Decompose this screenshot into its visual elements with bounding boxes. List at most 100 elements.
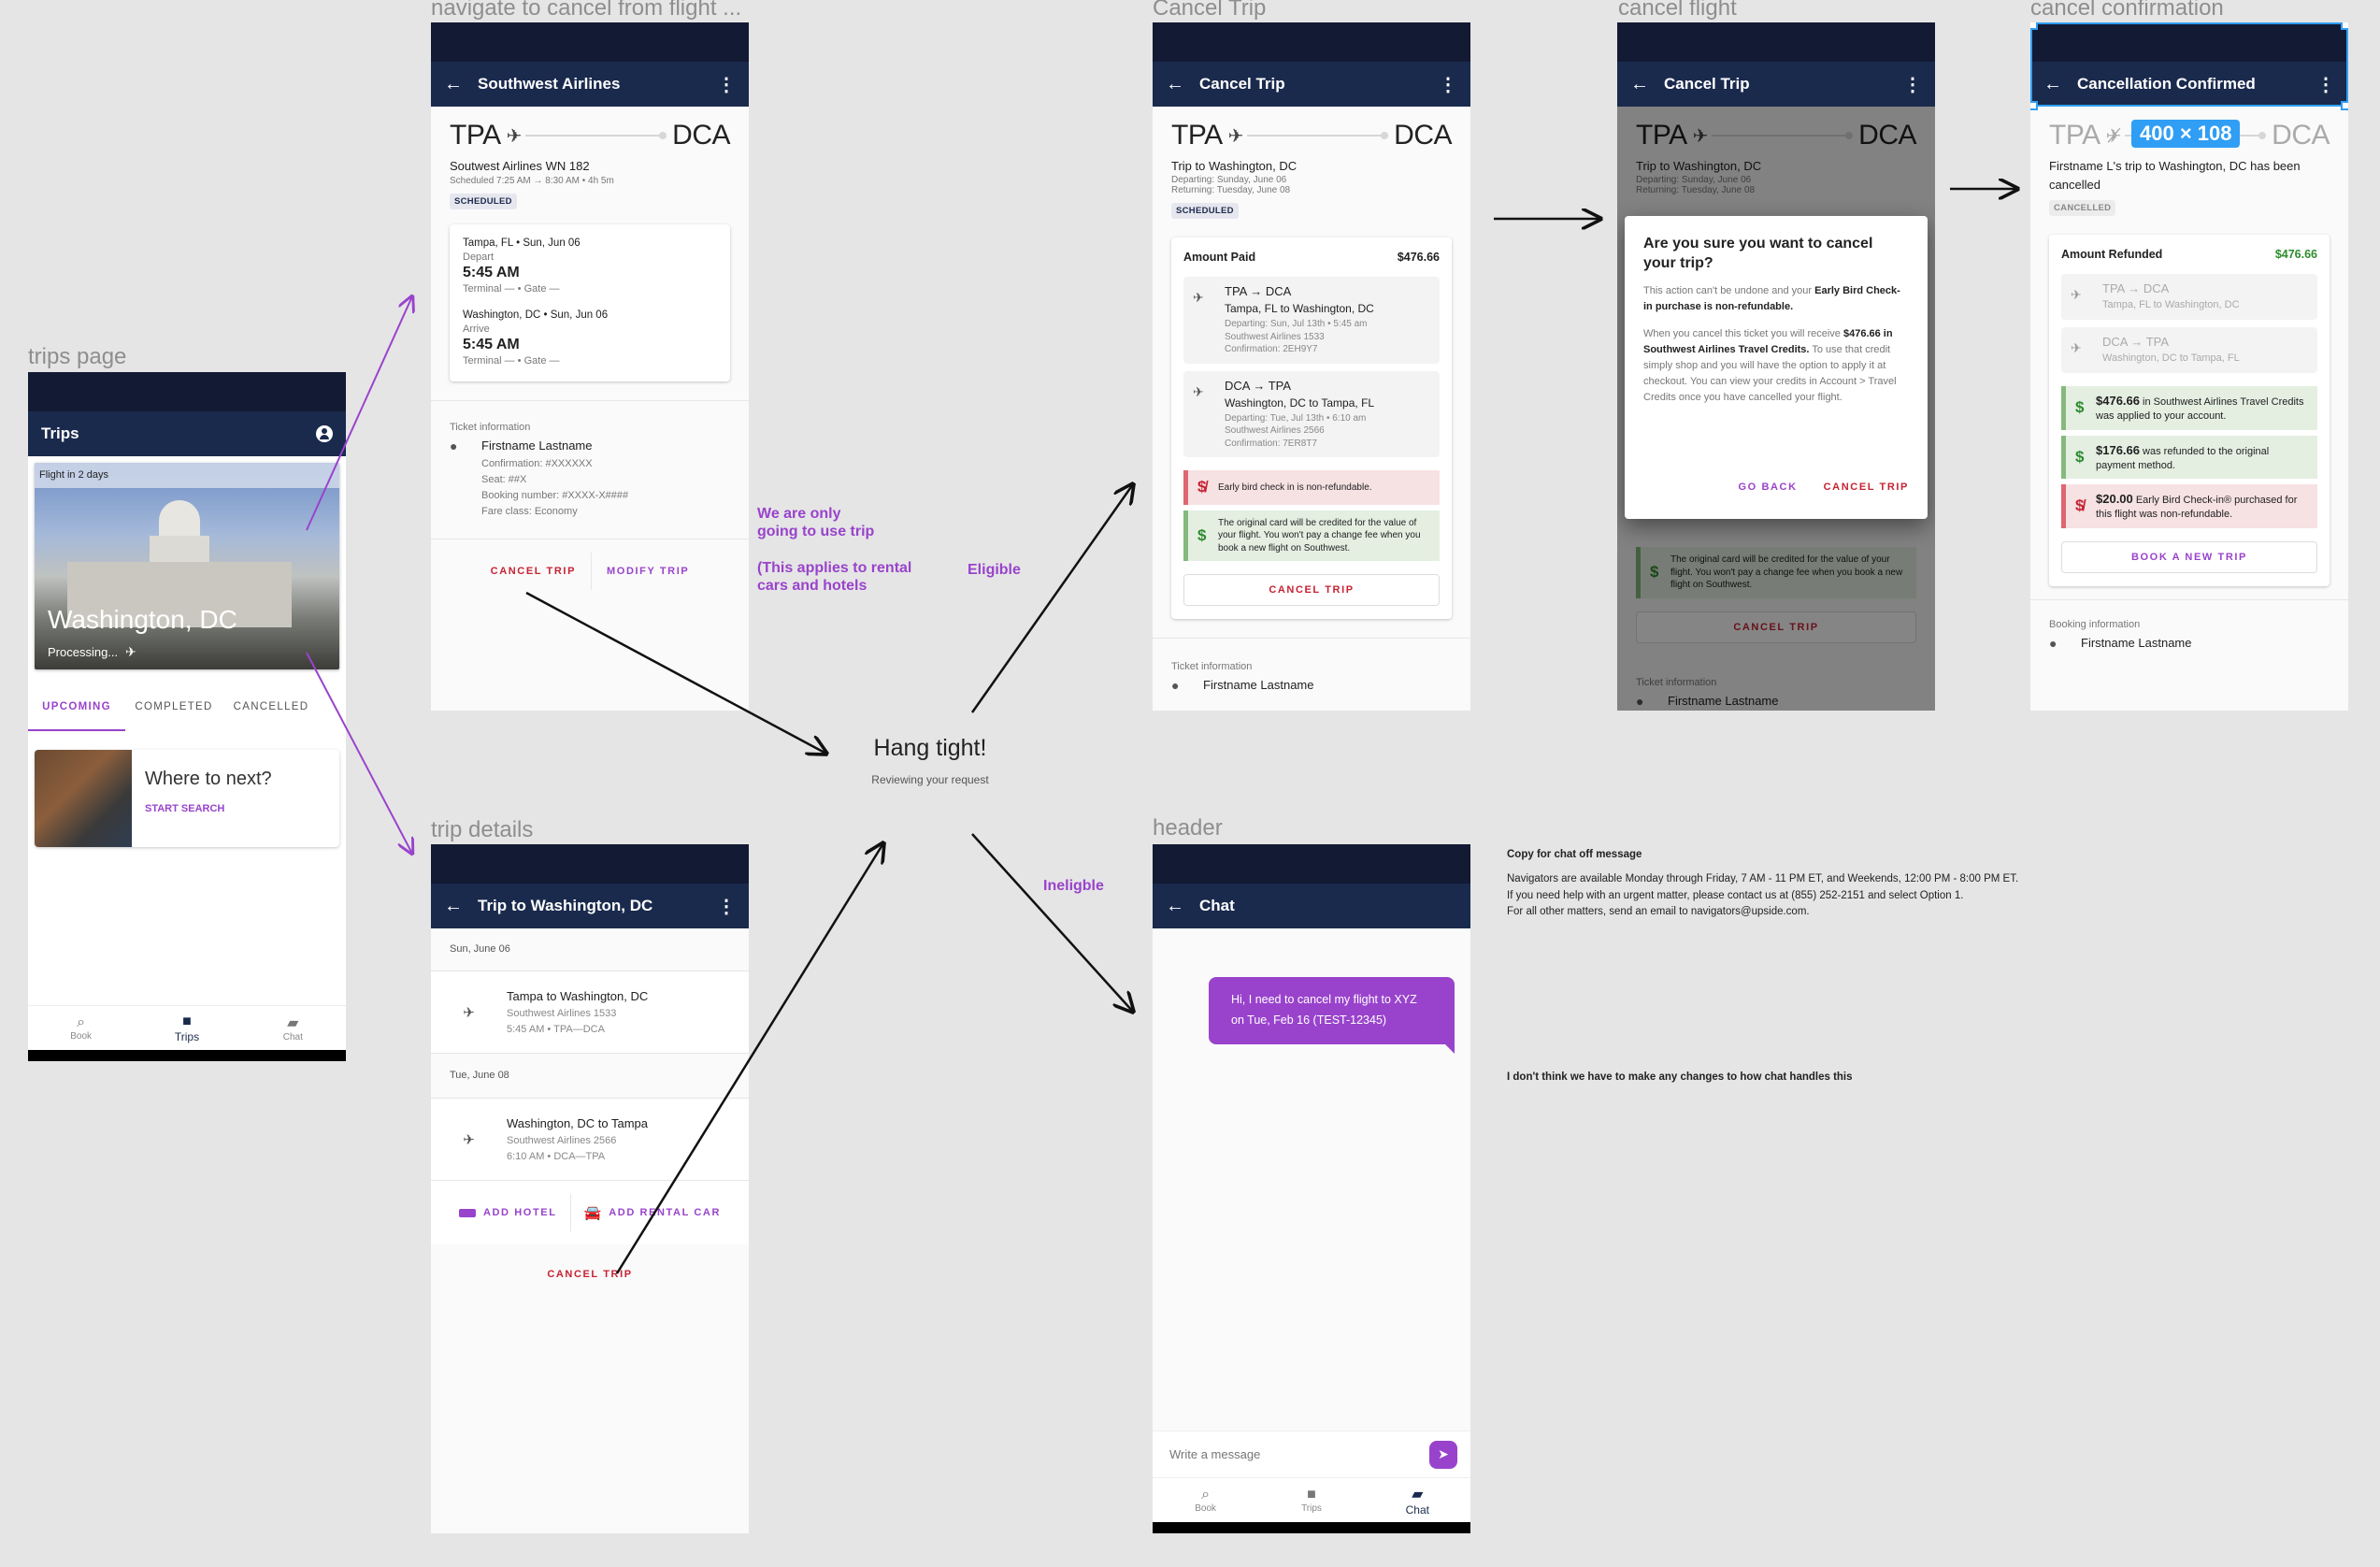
leg-route: DCA → TPA: [2102, 335, 2170, 350]
selection-handle[interactable]: [2030, 22, 2038, 30]
back-arrow-icon[interactable]: ←: [1166, 896, 1199, 917]
returning-date: Returning: Tuesday, June 08: [1171, 185, 1291, 195]
chat-message-bubble: Hi, I need to cancel my flight to XYZ on…: [1209, 977, 1455, 1054]
nav-book[interactable]: ⌕ Book: [1153, 1487, 1258, 1514]
tab-completed[interactable]: COMPLETED: [125, 701, 222, 731]
dialog-text: When you cancel this ticket you will rec…: [1643, 327, 1843, 339]
back-arrow-icon[interactable]: ←: [1630, 74, 1664, 95]
cancellation-message: Firstname L's trip to Washington, DC has…: [2049, 159, 2301, 193]
passenger-name: Firstname Lastname: [2081, 636, 2192, 651]
send-button[interactable]: ➤: [1429, 1440, 1457, 1469]
app-bar: ← Cancel Trip ⋮: [1617, 62, 1935, 107]
info-notice: $ The original card will be credited for…: [1183, 510, 1440, 562]
item-detail: 5:45 AM • TPA—DCA: [507, 1024, 605, 1035]
status-bar: [1617, 22, 1935, 62]
travel-bag-image: [35, 750, 132, 847]
more-vert-icon[interactable]: ⋮: [717, 895, 736, 918]
amount-label: Amount Refunded: [2061, 248, 2163, 262]
page-title: Trip to Washington, DC: [478, 897, 653, 914]
more-vert-icon[interactable]: ⋮: [1903, 73, 1922, 96]
app-bar: ← Cancel Trip ⋮: [1153, 62, 1470, 107]
modify-trip-button[interactable]: MODIFY TRIP: [592, 566, 704, 577]
page-title: Trips: [41, 424, 79, 442]
cancel-trip-button[interactable]: CANCEL TRIP: [476, 566, 591, 577]
depart-label: Depart: [463, 252, 495, 263]
cancel-trip-button[interactable]: CANCEL TRIP: [1183, 574, 1440, 607]
divider: [1153, 638, 1470, 640]
app-bar: ← Southwest Airlines ⋮: [431, 62, 749, 107]
ticket-line: Seat: ##X: [481, 474, 527, 486]
add-hotel-button[interactable]: ADD HOTEL: [446, 1207, 570, 1218]
flight-takeoff-icon: ✈: [463, 1004, 475, 1021]
loading-state: Hang tight! Reviewing your request: [860, 735, 1000, 786]
amount-value: $476.66: [2274, 248, 2317, 262]
copy-heading: Copy for chat off message: [1507, 849, 1642, 860]
nav-trips[interactable]: ■ Trips: [134, 1014, 239, 1043]
bottom-nav: ⌕ Book ■ Trips ▰ Chat: [28, 1005, 346, 1050]
depart-terminal: Terminal — • Gate —: [463, 283, 560, 295]
origin-code: TPA: [1171, 120, 1223, 151]
home-indicator-bar: [28, 1050, 346, 1061]
route-line: [1247, 132, 1388, 139]
origin-code: TPA: [450, 120, 501, 151]
where-next-card[interactable]: Where to next? START SEARCH: [35, 750, 339, 847]
itinerary-item[interactable]: ✈ Washington, DC to Tampa Southwest Airl…: [431, 1099, 749, 1181]
nav-chat[interactable]: ▰ Chat: [240, 1014, 346, 1042]
leg-detail: Southwest Airlines 2566: [1225, 425, 1325, 436]
airplane-icon: ✈: [1227, 125, 1244, 147]
message-input[interactable]: [1169, 1447, 1429, 1461]
back-arrow-icon[interactable]: ←: [1166, 74, 1199, 95]
copy-line: If you need help with an urgent matter, …: [1507, 889, 1964, 901]
route-header: TPA ✈ DCA: [1153, 107, 1470, 151]
nav-label: Trips: [1301, 1503, 1322, 1514]
loading-title: Hang tight!: [873, 735, 987, 761]
more-vert-icon[interactable]: ⋮: [1439, 73, 1457, 96]
chat-screen: ← Chat Hi, I need to cancel my flight to…: [1153, 844, 1470, 1533]
go-back-button[interactable]: GO BACK: [1738, 482, 1797, 493]
account-icon[interactable]: [316, 425, 333, 442]
dialog-title: Are you sure you want to cancel your tri…: [1643, 236, 1873, 271]
nav-book[interactable]: ⌕ Book: [28, 1014, 134, 1042]
refund-card: Amount Refunded $476.66 ✈ TPA → DCA Tamp…: [2049, 235, 2330, 587]
leg-cities: Tampa, FL to Washington, DC: [1225, 302, 1374, 315]
itinerary-item[interactable]: ✈ Tampa to Washington, DC Southwest Airl…: [431, 971, 749, 1054]
fee-amount: $20.00: [2096, 492, 2133, 507]
warning-text: Early bird check in is non-refundable.: [1218, 482, 1372, 493]
flight-leg: ✈ DCA → TPA Washington, DC to Tampa, FL …: [1183, 370, 1440, 457]
money-off-icon: $̸: [2075, 496, 2085, 515]
flight-schedule: Scheduled 7:25 AM → 8:30 AM • 4h 5m: [450, 176, 614, 186]
book-new-trip-button[interactable]: BOOK A NEW TRIP: [2061, 541, 2317, 574]
chat-icon: ▰: [1412, 1486, 1424, 1502]
app-bar: Trips: [28, 411, 346, 456]
promo-title: Where to next?: [145, 769, 272, 789]
confirm-cancel-button[interactable]: CANCEL TRIP: [1824, 482, 1909, 493]
search-icon: ⌕: [77, 1014, 86, 1030]
selection-handle[interactable]: [2341, 101, 2348, 110]
booking-heading: Booking information: [2049, 619, 2141, 631]
ticket-line: Booking number: #XXXX-X####: [481, 490, 629, 502]
status-badge: SCHEDULED: [450, 194, 517, 209]
leg-cities: Washington, DC to Tampa, FL: [2102, 352, 2240, 365]
start-search-button[interactable]: START SEARCH: [145, 803, 272, 814]
back-arrow-icon[interactable]: ←: [444, 74, 478, 95]
app-bar: ← Trip to Washington, DC ⋮: [431, 884, 749, 928]
itinerary-card: Tampa, FL • Sun, Jun 06 Depart 5:45 AM T…: [450, 224, 730, 381]
nav-chat[interactable]: ▰ Chat: [1365, 1485, 1470, 1517]
nav-trips[interactable]: ■ Trips: [1258, 1487, 1364, 1514]
selection-handle[interactable]: [2341, 22, 2348, 30]
tab-cancelled[interactable]: CANCELLED: [222, 701, 320, 731]
add-rental-car-button[interactable]: 🚘 ADD RENTAL CAR: [571, 1204, 734, 1221]
tab-upcoming[interactable]: UPCOMING: [28, 701, 125, 731]
cancel-trip-screen: ← Cancel Trip ⋮ TPA ✈ DCA Trip to Washin…: [1153, 22, 1470, 711]
amount-card: Amount Paid $476.66 ✈ TPA → DCA Tampa, F…: [1171, 237, 1452, 620]
back-arrow-icon[interactable]: ←: [444, 896, 478, 917]
selection-handle[interactable]: [2030, 101, 2038, 110]
trip-hero-card[interactable]: Flight in 2 days Washington, DC Processi…: [35, 463, 339, 669]
leg-detail: Confirmation: 7ER8T7: [1225, 438, 1317, 449]
divider: [2030, 599, 2348, 601]
cancel-trip-button[interactable]: CANCEL TRIP: [547, 1269, 632, 1280]
more-vert-icon[interactable]: ⋮: [717, 73, 736, 96]
message-composer: ➤: [1153, 1430, 1470, 1477]
briefcase-icon: ■: [182, 1013, 192, 1029]
depart-time: 5:45 AM: [463, 265, 520, 280]
